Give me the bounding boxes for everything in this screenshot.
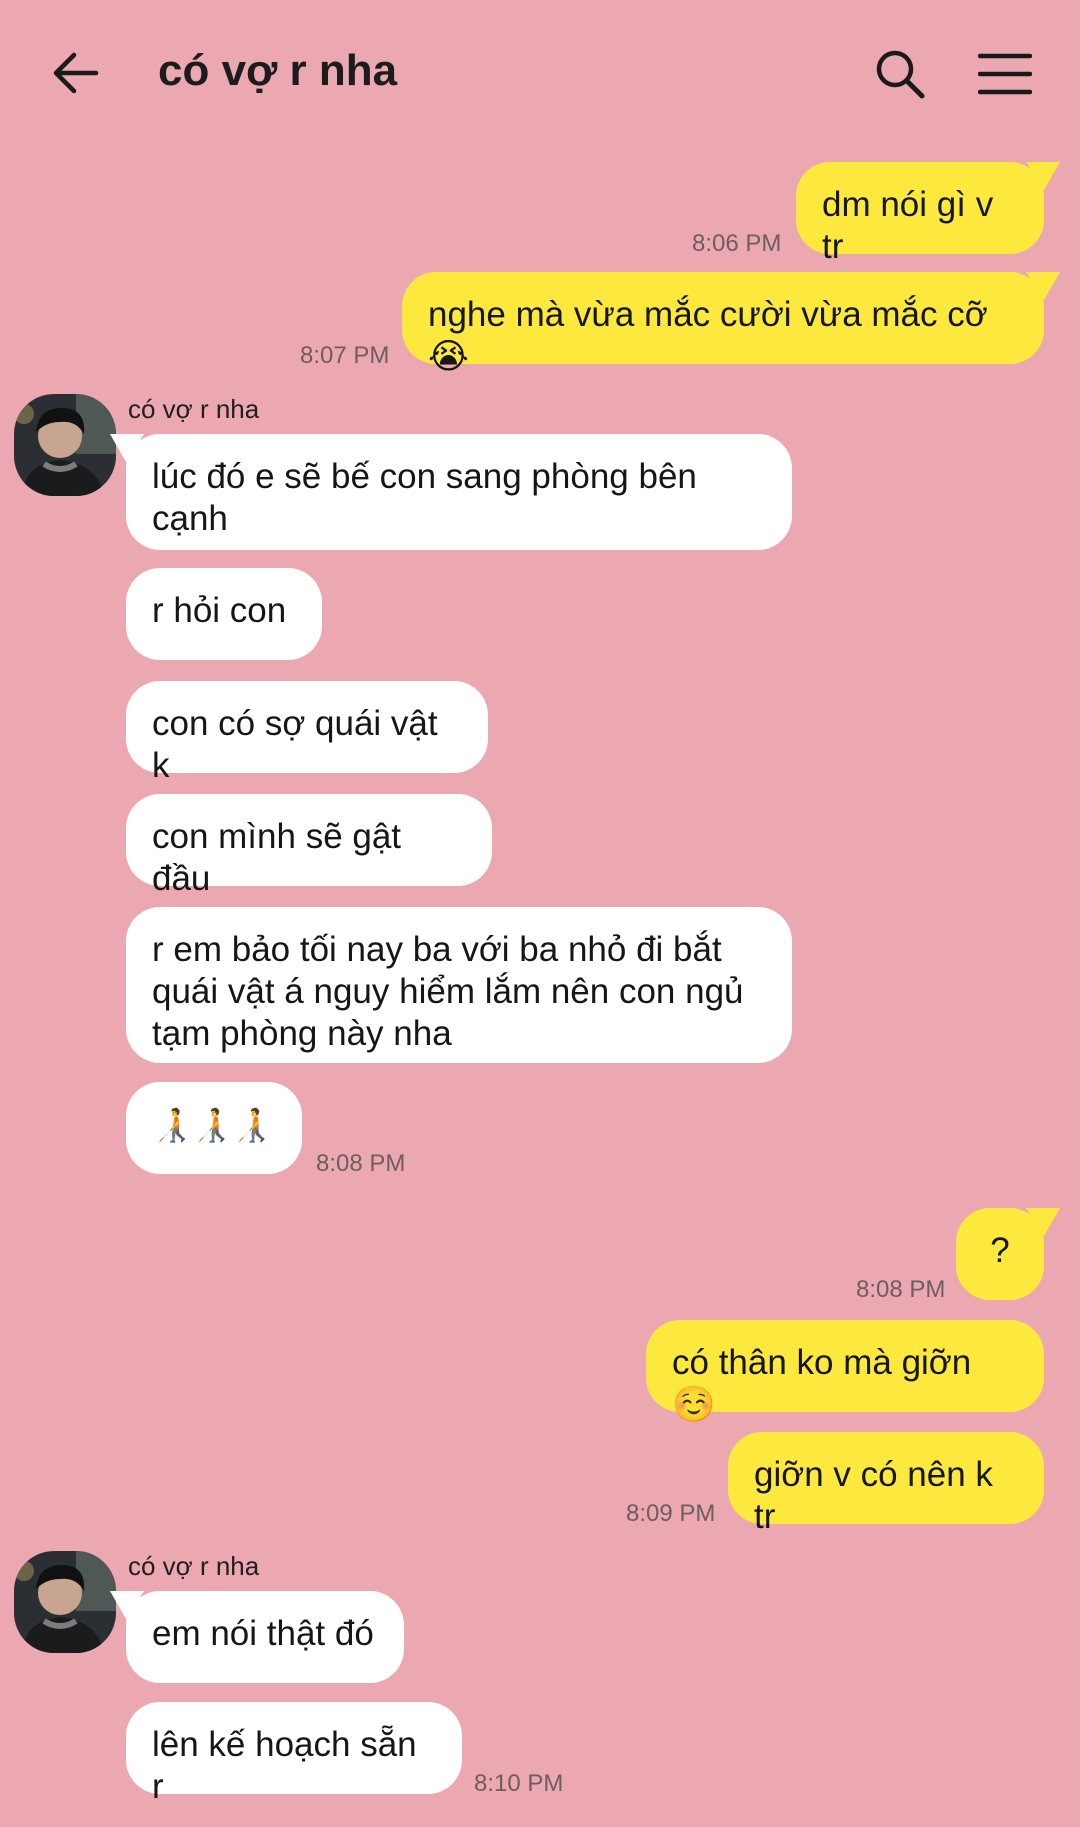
chat-header: có vợ r nha <box>0 0 1080 150</box>
bubble-tail <box>1026 162 1060 190</box>
sender-name: có vợ r nha <box>128 1551 260 1581</box>
outgoing-message[interactable]: giỡn v có nên k tr <box>728 1432 1044 1536</box>
incoming-message[interactable]: em nói thật đó <box>126 1591 404 1683</box>
chat-title: có vợ r nha <box>158 46 398 95</box>
incoming-message[interactable]: con mình sẽ gật đầu <box>126 794 492 898</box>
avatar[interactable] <box>14 394 116 496</box>
message-time: 8:08 PM <box>316 1150 406 1177</box>
incoming-message[interactable]: r em bảo tối nay ba với ba nhỏ đi bắt qu… <box>126 907 792 1063</box>
bubble-tail <box>1026 272 1060 300</box>
sender-name: có vợ r nha <box>128 394 260 424</box>
arrow-left-icon[interactable] <box>50 48 100 98</box>
search-icon[interactable] <box>874 48 926 100</box>
outgoing-message[interactable]: có thân ko mà giỡn ☺️ <box>646 1320 1044 1424</box>
message-time: 8:06 PM <box>692 230 782 257</box>
incoming-message[interactable]: lên kế hoạch sẵn r <box>126 1702 462 1806</box>
bubble-tail <box>110 1591 144 1619</box>
message-time: 8:08 PM <box>856 1276 946 1303</box>
avatar[interactable] <box>14 1551 116 1653</box>
message-time: 8:07 PM <box>300 342 390 369</box>
outgoing-message[interactable]: nghe mà vừa mắc cười vừa mắc cỡ 😭 <box>402 272 1044 376</box>
incoming-message[interactable]: r hỏi con <box>126 568 322 660</box>
incoming-message[interactable]: 🧑‍🦯🧑‍🦯🧑‍🦯 <box>126 1082 302 1174</box>
hamburger-menu-icon[interactable] <box>978 52 1032 96</box>
incoming-message[interactable]: con có sợ quái vật k <box>126 681 488 785</box>
outgoing-message[interactable]: dm nói gì v tr <box>796 162 1044 266</box>
bubble-tail <box>1026 1208 1060 1236</box>
message-time: 8:10 PM <box>474 1770 564 1797</box>
message-time: 8:09 PM <box>626 1500 716 1527</box>
bubble-tail <box>110 434 144 462</box>
incoming-message[interactable]: lúc đó e sẽ bế con sang phòng bên cạnh <box>126 434 792 550</box>
